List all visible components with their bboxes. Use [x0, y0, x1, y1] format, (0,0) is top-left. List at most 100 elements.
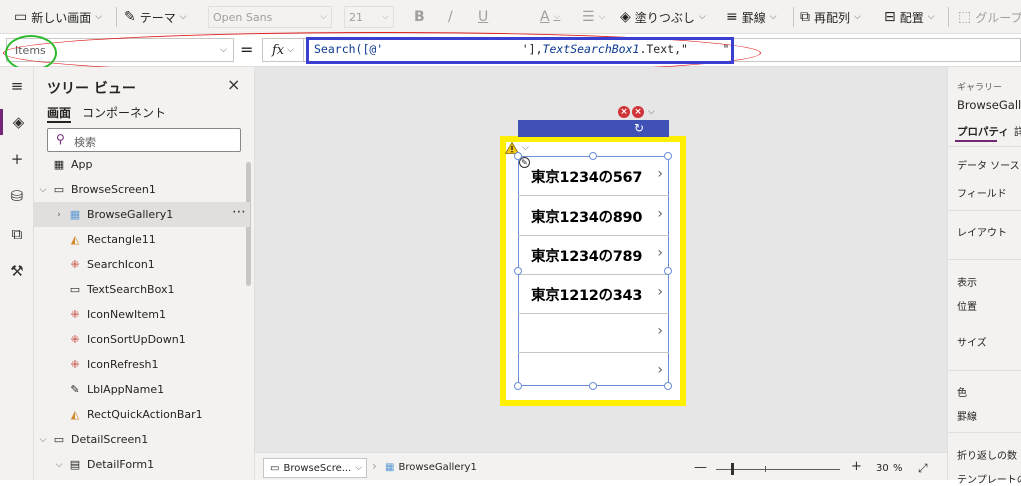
divider	[947, 370, 1021, 371]
fullscreen-icon[interactable]: ⤢	[918, 461, 928, 476]
prop-fields[interactable]: フィールド	[957, 185, 1007, 200]
prop-border[interactable]: 罫線	[957, 408, 977, 423]
annotation-green-ellipse	[5, 35, 57, 71]
toolbar-divider	[948, 7, 949, 27]
prop-wrap-count[interactable]: 折り返しの数	[957, 447, 1017, 462]
prop-template-size[interactable]: テンプレートのサイズ	[957, 471, 1021, 486]
breadcrumb-gallery[interactable]: ▦ BrowseGallery1	[385, 462, 477, 473]
label-icon: ✎	[70, 383, 80, 396]
resize-handle[interactable]	[514, 152, 522, 160]
annotation-blue-rectangle	[306, 37, 734, 64]
prop-layout[interactable]: レイアウト	[957, 224, 1007, 239]
resize-handle[interactable]	[514, 267, 522, 275]
font-color-button[interactable]: A ⌵	[540, 6, 560, 28]
gallery-item[interactable]: ›	[518, 314, 669, 353]
tree-item-browsegallery[interactable]: › ▦ BrowseGallery1 ⋯	[34, 202, 250, 227]
chevron-right-icon[interactable]: ›	[657, 166, 663, 182]
tree-item-browsescreen[interactable]: ⌵ ▭ BrowseScreen1	[34, 177, 250, 202]
underline-button[interactable]: U	[478, 6, 488, 28]
database-icon[interactable]: ⛁	[0, 183, 34, 209]
chevron-right-icon[interactable]: ›	[54, 210, 64, 220]
resize-handle[interactable]	[664, 267, 672, 275]
tree-item-label: SearchIcon1	[87, 258, 155, 271]
new-screen-label: 新しい画面	[31, 10, 92, 25]
font-size-select[interactable]: 21 ⌵	[344, 6, 394, 28]
gallery-item[interactable]: 東京1234の567 ›	[518, 157, 669, 196]
tab-advanced[interactable]: 詳	[1014, 124, 1021, 139]
tree-item-app[interactable]: ▦ App	[34, 152, 250, 177]
resize-handle[interactable]	[589, 382, 597, 390]
fill-button[interactable]: ◈ 塗りつぶし ⌵	[620, 6, 706, 28]
tree-item-textsearchbox[interactable]: ▭ TextSearchBox1	[34, 277, 250, 302]
layers-icon[interactable]: ◈	[0, 109, 34, 135]
resize-handle[interactable]	[514, 382, 522, 390]
app-header-bar[interactable]	[518, 120, 669, 137]
chevron-right-icon[interactable]: ›	[657, 323, 663, 339]
resize-handle[interactable]	[664, 382, 672, 390]
close-icon[interactable]: ×	[227, 75, 240, 94]
tree-item-rectangle[interactable]: ◭ Rectangle11	[34, 227, 250, 252]
gallery-icon: ▦	[69, 208, 81, 221]
error-indicator[interactable]: × × ⌵	[618, 106, 655, 118]
tree-item-searchicon[interactable]: ⁜ SearchIcon1	[34, 252, 250, 277]
zoom-slider-thumb[interactable]	[731, 463, 734, 475]
prop-size[interactable]: サイズ	[957, 334, 987, 349]
font-family-select[interactable]: Open Sans ⌵	[208, 6, 332, 28]
tree-item-detailform[interactable]: ⌵ ▤ DetailForm1	[34, 452, 250, 477]
gallery-item[interactable]: 東京1212の343 ›	[518, 275, 669, 314]
screen-icon: ▭	[53, 183, 65, 196]
prop-datasource[interactable]: データ ソース	[957, 157, 1020, 172]
theme-button[interactable]: ✎ テーマ ⌵	[124, 6, 187, 28]
reorder-button[interactable]: ⧉ 再配列 ⌵	[800, 6, 861, 28]
search-placeholder: 検索	[74, 136, 96, 149]
new-screen-button[interactable]: ▭ 新しい画面 ⌵	[14, 6, 102, 28]
shape-icon: ◭	[70, 408, 80, 421]
prop-position[interactable]: 位置	[957, 298, 977, 313]
tree-item-rectquickactionbar[interactable]: ◭ RectQuickActionBar1	[34, 402, 250, 427]
group-button[interactable]: ⬚ グループ	[958, 6, 1021, 28]
chevron-right-icon[interactable]: ›	[657, 245, 663, 261]
fill-label: 塗りつぶし	[634, 10, 695, 25]
italic-button[interactable]: /	[448, 6, 453, 28]
chevron-down-icon: ⌵	[95, 12, 103, 22]
more-options-icon[interactable]: ⋯	[232, 204, 246, 220]
resize-handle[interactable]	[664, 152, 672, 160]
tools-icon[interactable]: ⚒	[0, 258, 34, 284]
prop-color[interactable]: 色	[957, 384, 967, 399]
resize-handle[interactable]	[589, 152, 597, 160]
chevron-right-icon[interactable]: ›	[657, 206, 663, 222]
chevron-right-icon[interactable]: ›	[657, 284, 663, 300]
search-icon: ⚲	[56, 132, 65, 146]
tree-item-iconsortupdown[interactable]: ⁜ IconSortUpDown1	[34, 327, 250, 352]
refresh-icon[interactable]: ↻	[634, 121, 644, 135]
bold-button[interactable]: B	[414, 6, 425, 28]
tab-components[interactable]: コンポーネント	[82, 104, 166, 121]
border-button[interactable]: ≡ 罫線 ⌵	[726, 6, 777, 28]
insert-plus-icon[interactable]: +	[0, 146, 34, 172]
zoom-out-button[interactable]: —	[694, 460, 707, 475]
gallery-item-title: 東京1234の789	[531, 249, 643, 265]
align-button[interactable]: ⊟ 配置 ⌵	[884, 6, 935, 28]
tab-screens[interactable]: 画面	[47, 104, 71, 121]
hamburger-menu-icon[interactable]: ≡	[0, 73, 34, 99]
media-icon[interactable]: ⧉	[0, 221, 34, 247]
tree-item-iconnewitem[interactable]: ⁜ IconNewItem1	[34, 302, 250, 327]
tree-item-detailscreen[interactable]: ⌵ ▭ DetailScreen1	[34, 427, 250, 452]
tab-properties[interactable]: プロパティ	[957, 124, 1009, 139]
chevron-down-icon[interactable]: ⌵	[38, 185, 48, 195]
screen-selector[interactable]: ▭ BrowseScre... ⌵	[263, 458, 367, 478]
chevron-down-icon[interactable]: ⌵	[54, 460, 64, 470]
tree-item-iconrefresh[interactable]: ⁜ IconRefresh1	[34, 352, 250, 377]
gallery-item[interactable]: 東京1234の890 ›	[518, 197, 669, 236]
gallery-icon: ▦	[385, 462, 395, 473]
border-label: 罫線	[741, 10, 766, 25]
chevron-right-icon[interactable]: ›	[657, 362, 663, 378]
zoom-in-button[interactable]: +	[851, 459, 862, 474]
prop-visible[interactable]: 表示	[957, 274, 977, 289]
gallery-item[interactable]: 東京1234の789 ›	[518, 236, 669, 275]
chevron-down-icon: ⌵	[320, 12, 327, 22]
chevron-down-icon[interactable]: ⌵	[38, 435, 48, 445]
zoom-slider-track[interactable]	[716, 469, 840, 470]
text-align-button[interactable]: ☰ ⌵	[582, 6, 605, 28]
tree-item-lblappname[interactable]: ✎ LblAppName1	[34, 377, 250, 402]
